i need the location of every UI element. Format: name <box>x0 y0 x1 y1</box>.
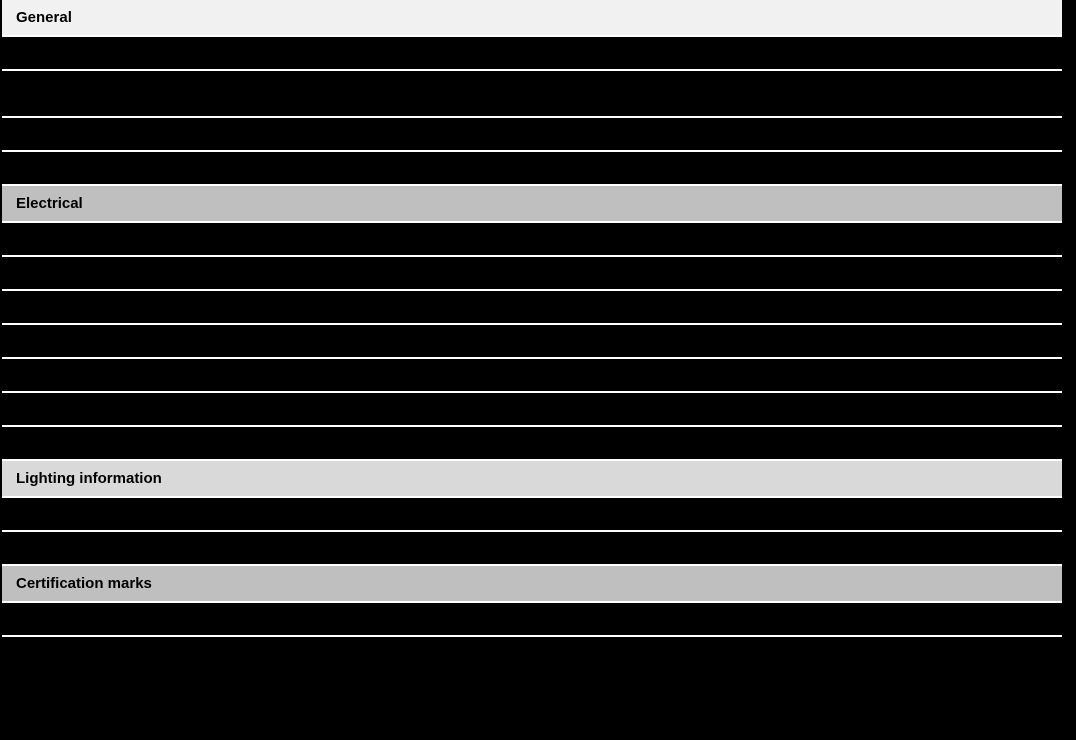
table-row <box>2 427 1062 461</box>
section-header-certification: Certification marks <box>2 566 1062 603</box>
table-row <box>2 118 1062 152</box>
table-row <box>2 152 1062 186</box>
table-row <box>2 291 1062 325</box>
section-header-lighting: Lighting information <box>2 461 1062 498</box>
table-row <box>2 393 1062 427</box>
table-row <box>2 498 1062 532</box>
table-row <box>2 603 1062 637</box>
section-header-electrical: Electrical <box>2 186 1062 223</box>
table-row <box>2 257 1062 291</box>
table-row <box>2 37 1062 71</box>
table-row <box>2 532 1062 566</box>
table-row <box>2 71 1062 118</box>
table-row <box>2 223 1062 257</box>
table-row <box>2 325 1062 359</box>
spec-table: General Electrical Lighting information … <box>2 0 1062 671</box>
section-header-general: General <box>2 0 1062 37</box>
table-row <box>2 359 1062 393</box>
table-row <box>2 637 1062 671</box>
